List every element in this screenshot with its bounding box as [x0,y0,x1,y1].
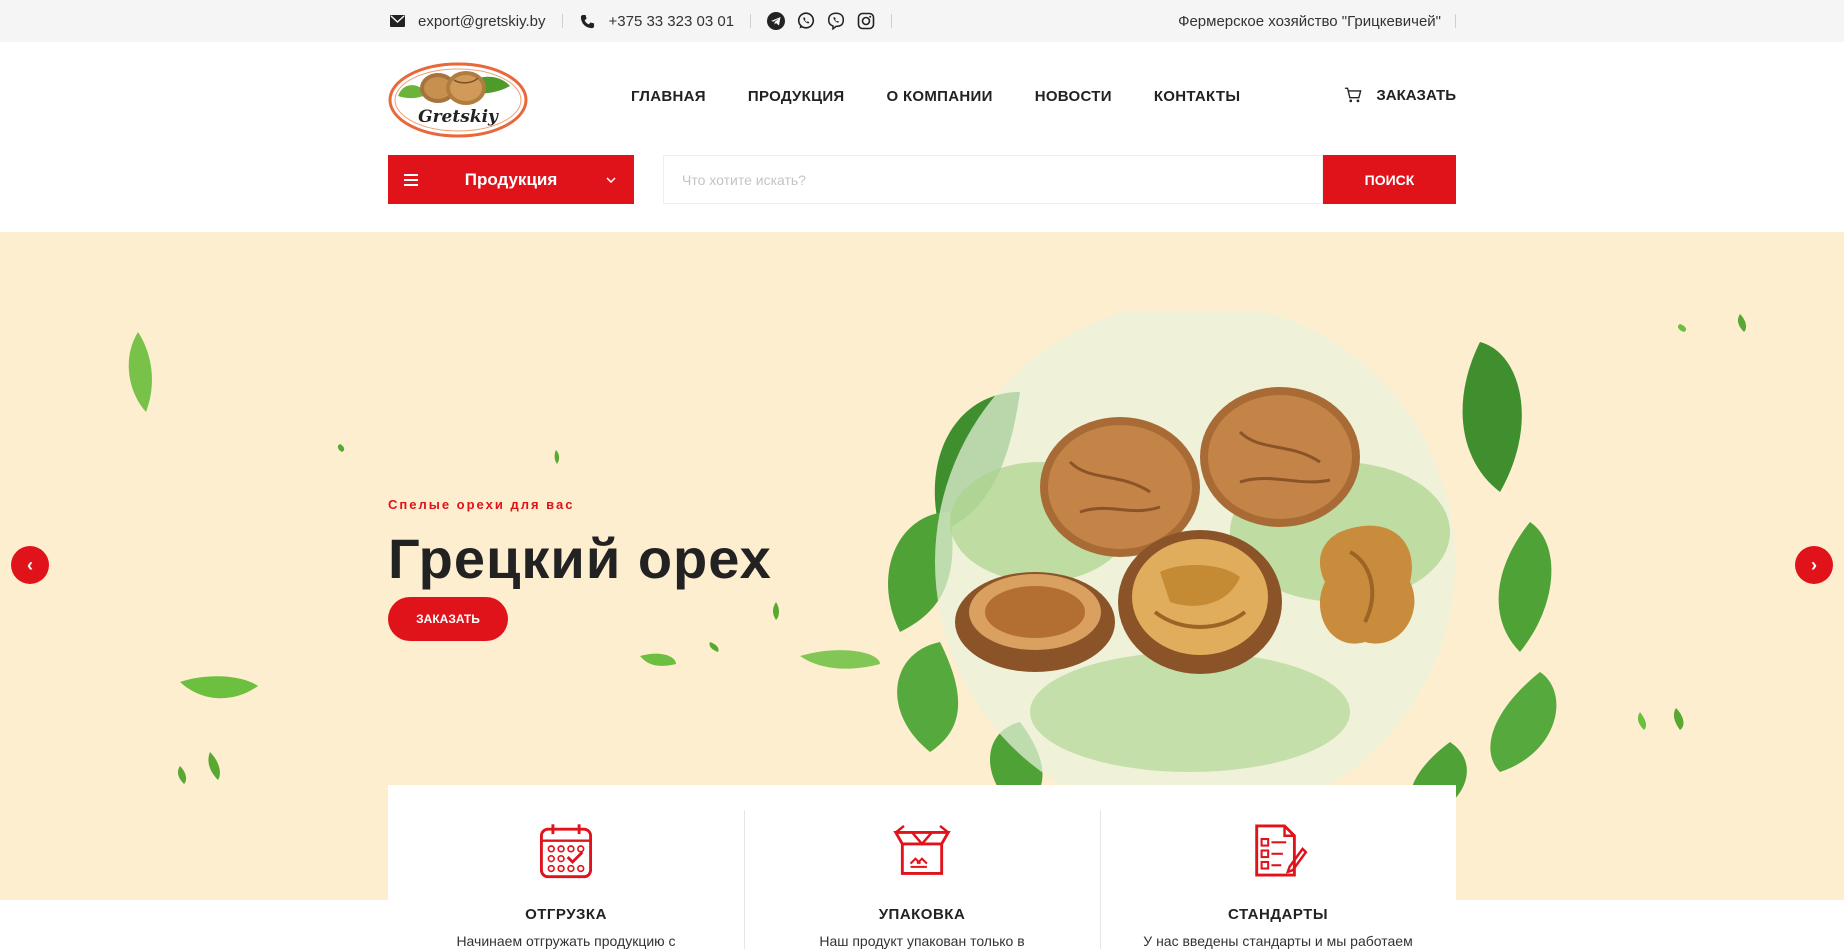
search-input[interactable] [663,155,1323,204]
nav-item-home[interactable]: ГЛАВНАЯ [631,88,706,105]
divider [750,14,752,28]
gretskiy-logo[interactable]: Gretskiy [388,60,528,140]
search-button[interactable]: ПОИСК [1323,155,1456,204]
logo-text: Gretskiy [418,107,499,127]
box-icon [893,824,951,875]
next-slide-arrow[interactable]: › [1795,546,1833,584]
divider [1455,14,1456,28]
feature-card: СТАНДАРТЫ У нас введены стандарты и мы р… [1100,785,1456,949]
divider [561,14,563,28]
social-links [767,12,875,30]
farm-name: Фермерское хозяйство "Грицкевичей" [1178,12,1441,30]
feature-text: У нас введены стандарты и мы работаем [1143,933,1413,949]
email-contact[interactable]: export@gretskiy.by [388,12,546,30]
feature-title: УПАКОВКА [878,906,966,923]
hero-content: Спелые орехи для вас Грецкий орех ЗАКАЗА… [388,497,772,641]
hero-order-button[interactable]: ЗАКАЗАТЬ [388,597,508,641]
cart-icon [1344,86,1362,104]
features-section: ОТГРУЗКА Начинаем отгружать продукцию с … [388,785,1456,949]
search-row: Продукция ПОИСК [388,155,1456,204]
feature-text: Начинаем отгружать продукцию с [456,933,676,949]
nav-item-about[interactable]: О КОМПАНИИ [887,88,993,105]
feature-title: СТАНДАРТЫ [1227,906,1328,923]
phone-contact[interactable]: +375 33 323 03 01 [579,12,735,30]
divider [891,14,893,28]
instagram-icon[interactable] [857,12,875,30]
order-link[interactable]: ЗАКАЗАТЬ [1344,86,1456,104]
menu-icon [402,171,420,189]
calendar-icon [539,824,593,879]
order-label: ЗАКАЗАТЬ [1376,86,1456,104]
hero-subtitle: Спелые орехи для вас [388,497,575,512]
nav-item-contacts[interactable]: КОНТАКТЫ [1154,88,1240,105]
feature-title: ОТГРУЗКА [525,906,607,923]
feature-text: Наш продукт упакован только в [819,933,1025,949]
prev-slide-arrow[interactable]: ‹ [11,546,49,584]
header: Gretskiy ГЛАВНАЯ ПРОДУКЦИЯ О КОМПАНИИ НО… [388,42,1456,154]
whatsapp-icon[interactable] [797,12,815,30]
phone-icon [579,12,597,30]
telegram-icon[interactable] [767,12,786,30]
document-icon [1255,824,1308,877]
phone-text[interactable]: +375 33 323 03 01 [609,13,735,30]
hero-title: Грецкий орех [388,527,772,590]
feature-card: ОТГРУЗКА Начинаем отгружать продукцию с [388,785,744,949]
top-bar: export@gretskiy.by +375 33 323 03 01 Фер… [0,0,1844,42]
envelope-icon [388,12,406,30]
category-label: Продукция [464,169,558,189]
nav-item-news[interactable]: НОВОСТИ [1035,88,1112,105]
main-nav: ГЛАВНАЯ ПРОДУКЦИЯ О КОМПАНИИ НОВОСТИ КОН… [631,88,1240,105]
chevron-down-icon [602,171,620,189]
feature-card: УПАКОВКА Наш продукт упакован только в [744,785,1100,949]
email-text[interactable]: export@gretskiy.by [418,13,546,30]
nav-item-products[interactable]: ПРОДУКЦИЯ [748,88,845,105]
viber-icon[interactable] [827,12,845,30]
category-dropdown[interactable]: Продукция [388,155,634,204]
